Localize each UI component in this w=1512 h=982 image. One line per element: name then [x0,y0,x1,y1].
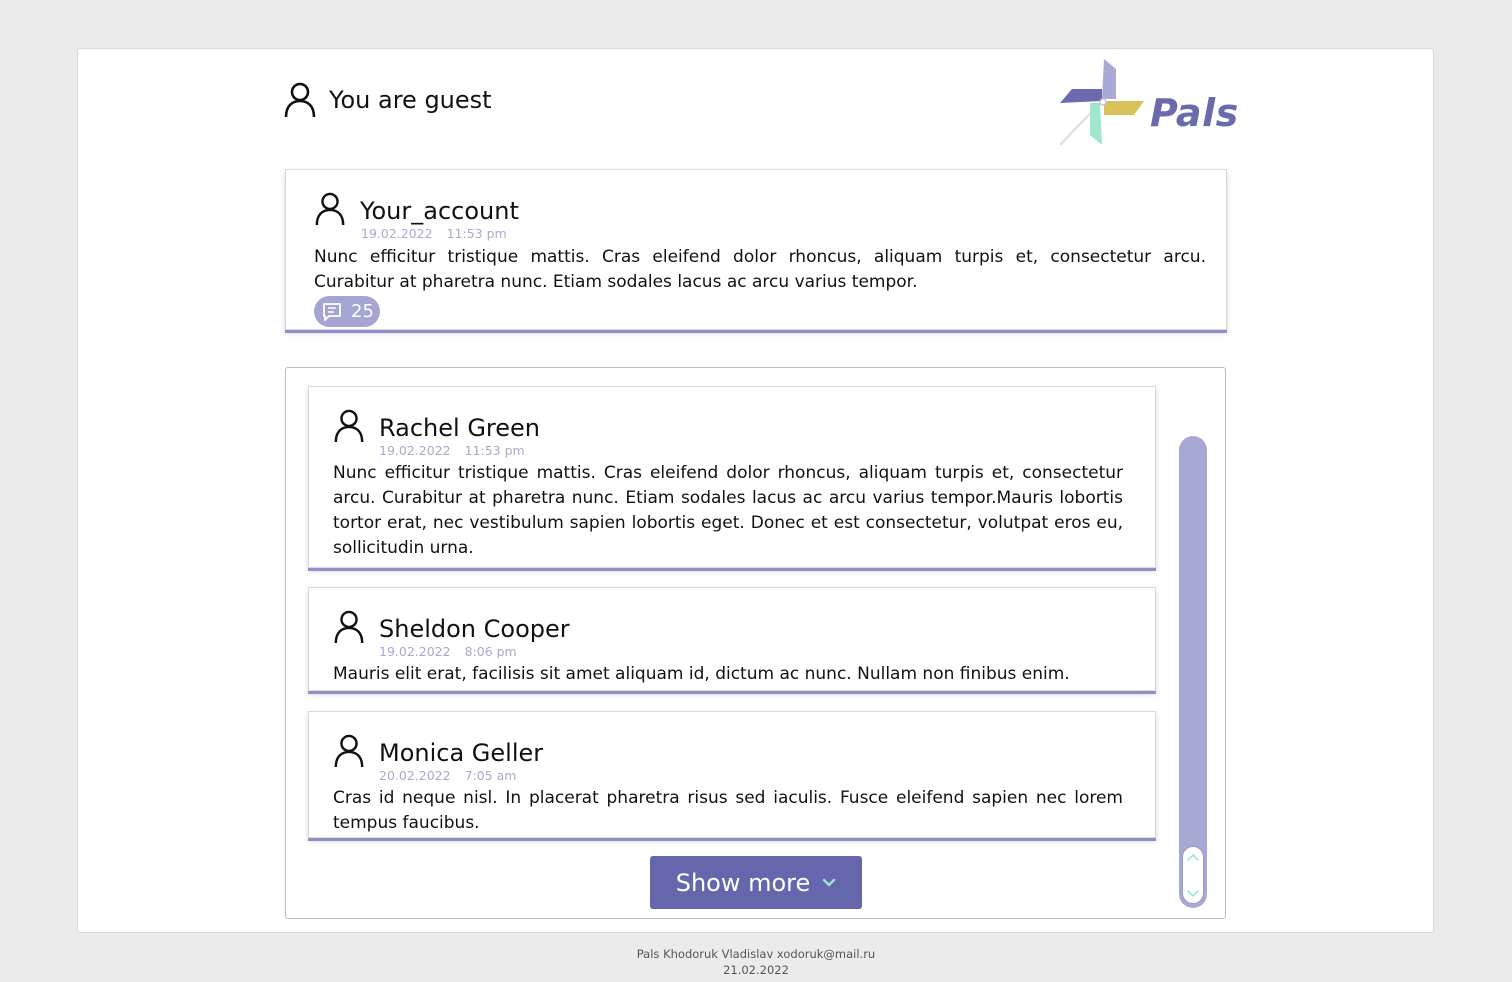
comment-card: Rachel Green 19.02.2022 11:53 pm Nunc eff… [308,386,1156,568]
comment-time: 7:05 am [464,768,517,783]
show-more-label: Show more [675,868,811,897]
scrollbar-thumb[interactable] [1182,846,1204,904]
main-frame: You are guest Pals Your_account 19.02.20… [77,48,1434,933]
comment-meta: 20.02.2022 7:05 am [379,768,516,783]
comment-meta: 19.02.2022 11:53 pm [379,443,525,458]
comment-date: 20.02.2022 [379,768,451,783]
comment-text: Mauris elit erat, facilisis sit amet ali… [333,664,1070,684]
comment-time: 11:53 pm [464,443,525,458]
comment-author-name[interactable]: Sheldon Cooper [379,614,570,644]
chevron-up-icon[interactable] [1187,852,1199,862]
user-icon [315,192,345,226]
pals-logo[interactable]: Pals [1059,59,1238,146]
guest-label: You are guest [329,86,492,114]
post-card: Your_account 19.02.2022 11:53 pm Nunc eff… [285,169,1227,330]
post-author-name[interactable]: Your_account [360,196,519,226]
footer-date: 21.02.2022 [723,963,789,977]
comment-meta: 19.02.2022 8:06 pm [379,644,517,659]
user-icon [284,82,316,118]
comment-text: Nunc efficitur tristique mattis. Cras el… [333,463,1123,558]
footer-credits: Pals Khodoruk Vladislav xodoruk@mail.ru [636,947,876,961]
comment-date: 19.02.2022 [379,443,451,458]
comment-card: Sheldon Cooper 19.02.2022 8:06 pm Mauris … [308,587,1156,691]
comment-author-row: Monica Geller [333,734,543,768]
post-author-row: Your_account [314,192,519,226]
comment-author-row: Rachel Green [333,409,540,443]
comment-author-name[interactable]: Rachel Green [379,413,540,443]
comment-date: 19.02.2022 [379,644,451,659]
post-time: 11:53 pm [446,226,507,241]
user-icon [334,610,364,644]
guest-status: You are guest [283,82,492,118]
show-more-button[interactable]: Show more [650,856,862,909]
user-icon [334,734,364,768]
comment-text: Cras id neque nisl. In placerat pharetra… [333,788,1123,833]
comment-time: 8:06 pm [464,644,517,659]
pinwheel-logo-icon [1059,59,1144,146]
post-meta: 19.02.2022 11:53 pm [361,226,507,241]
comment-icon [323,302,341,321]
scrollbar-track[interactable] [1179,436,1207,908]
comments-panel: Rachel Green 19.02.2022 11:53 pm Nunc eff… [285,367,1226,919]
logo-text: Pals [1150,91,1239,135]
post-date: 19.02.2022 [361,226,433,241]
user-icon [334,409,364,443]
comment-author-name[interactable]: Monica Geller [379,738,543,768]
comment-count-button[interactable]: 25 [314,296,380,327]
comment-author-row: Sheldon Cooper [333,610,570,644]
footer: Pals Khodoruk Vladislav xodoruk@mail.ru … [0,946,1512,978]
comment-card: Monica Geller 20.02.2022 7:05 am Cras id … [308,711,1156,838]
comment-count: 25 [351,301,374,322]
post-text: Nunc efficitur tristique mattis. Cras el… [314,247,1206,292]
chevron-down-icon [823,878,836,886]
chevron-down-icon[interactable] [1187,889,1199,899]
